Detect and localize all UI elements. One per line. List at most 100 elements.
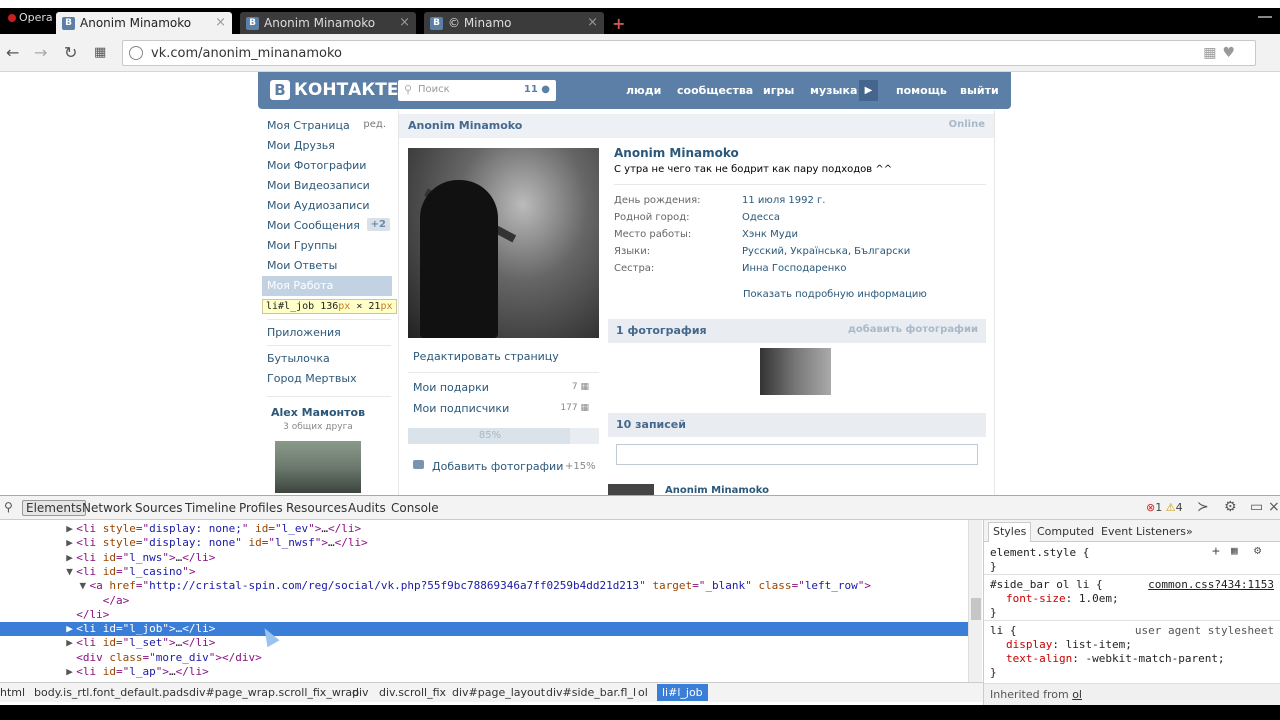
breadcrumb-item[interactable]: li#l_job bbox=[657, 684, 708, 701]
close-tab-icon[interactable]: × bbox=[587, 15, 598, 30]
url-field[interactable]: vk.com/anonim_minanamoko ▦♥ bbox=[122, 40, 1256, 66]
menu-games[interactable]: игры bbox=[763, 84, 794, 97]
dom-node-line[interactable]: </a> bbox=[0, 594, 968, 608]
info-value-sister[interactable]: Инна Господаренко bbox=[742, 263, 846, 274]
tab-network[interactable]: Network bbox=[82, 501, 132, 515]
vk-search-input[interactable]: ⚲ Поиск 11 ● bbox=[398, 80, 556, 101]
close-tab-icon[interactable]: × bbox=[399, 15, 410, 30]
sidebar-item-videos[interactable]: Мои Видеозаписи bbox=[262, 176, 392, 196]
dom-node-line[interactable]: ▼ <li id="l_casino"> bbox=[0, 565, 968, 579]
expand-triangle-icon[interactable]: ▶ bbox=[66, 536, 76, 549]
sidebar-item-photos[interactable]: Мои Фотографии bbox=[262, 156, 392, 176]
photos-count[interactable]: 1 фотография bbox=[616, 324, 707, 337]
more-tabs-icon[interactable]: » bbox=[1186, 525, 1193, 538]
breadcrumb-item[interactable]: div#side_bar.fl_l bbox=[546, 686, 636, 699]
dom-node-line[interactable]: ▶ <li style="display: none;" id="l_ev">…<… bbox=[0, 522, 968, 536]
info-value-hometown[interactable]: Одесса bbox=[742, 212, 780, 223]
dom-tree[interactable]: ▶ <li style="display: none;" id="l_ev">…<… bbox=[0, 520, 968, 682]
close-devtools-icon[interactable]: × bbox=[1268, 499, 1280, 515]
menu-communities[interactable]: сообщества bbox=[677, 84, 753, 97]
tab-computed[interactable]: Computed bbox=[1037, 525, 1094, 538]
rule1-declaration[interactable]: font-size: 1.0em; bbox=[1006, 592, 1119, 605]
add-rule-icon[interactable]: + bbox=[1212, 544, 1220, 559]
browser-tab-2[interactable]: В Anonim Minamoko × bbox=[240, 12, 416, 34]
browser-tab-3[interactable]: В © Minamo × bbox=[424, 12, 604, 34]
tab-console[interactable]: Console bbox=[391, 501, 439, 515]
sidebar-item-answers[interactable]: Мои Ответы bbox=[262, 256, 392, 276]
add-photos-link[interactable]: Добавить фотографии bbox=[432, 460, 563, 473]
menu-logout[interactable]: выйти bbox=[960, 84, 999, 97]
expand-triangle-icon[interactable]: ▶ bbox=[66, 665, 76, 678]
rule1-selector[interactable]: #side_bar ol li { bbox=[990, 578, 1103, 591]
add-photo-link[interactable]: добавить фотографии bbox=[848, 324, 978, 335]
breadcrumb-item[interactable]: div bbox=[352, 686, 369, 699]
dom-node-line[interactable]: ▶ <li id="l_ap">…</li> bbox=[0, 665, 968, 679]
show-more-info-link[interactable]: Показать подробную информацию bbox=[743, 289, 927, 300]
wall-post-input[interactable] bbox=[616, 444, 978, 465]
dom-node-line[interactable]: ▼ <a href="http://cristal-spin.com/reg/so… bbox=[0, 579, 968, 593]
forward-icon[interactable]: → bbox=[34, 43, 47, 62]
inspect-icon[interactable]: ⚲ bbox=[4, 500, 13, 514]
dock-icon[interactable]: ▭ bbox=[1250, 499, 1263, 515]
vk-logo[interactable]: В КОНТАКТЕ bbox=[270, 80, 398, 100]
sidebar-item-apps[interactable]: Приложения bbox=[262, 323, 392, 343]
tab-timeline[interactable]: Timeline bbox=[185, 501, 236, 515]
sidebar-item-groups[interactable]: Мои Группы bbox=[262, 236, 392, 256]
browser-tab-1[interactable]: В Anonim Minamoko × bbox=[56, 12, 232, 34]
tab-resources[interactable]: Resources bbox=[286, 501, 347, 515]
error-warning-count[interactable]: ⊗1 ⚠4 bbox=[1146, 501, 1183, 514]
menu-people[interactable]: люди bbox=[626, 84, 661, 97]
tab-audits[interactable]: Audits bbox=[348, 501, 386, 515]
speed-dial-icon[interactable]: ▦ bbox=[94, 45, 106, 60]
close-tab-icon[interactable]: × bbox=[215, 15, 226, 30]
sidebar-item-friends[interactable]: Мои Друзья bbox=[262, 136, 392, 156]
profile-avatar[interactable] bbox=[408, 148, 599, 338]
wall-count[interactable]: 10 записей bbox=[616, 418, 686, 431]
dom-node-line[interactable]: ▶ <li id="l_set">…</li> bbox=[0, 636, 968, 650]
console-drawer-icon[interactable]: ≻ bbox=[1197, 499, 1209, 515]
opera-menu-button[interactable]: Opera bbox=[0, 8, 54, 28]
breadcrumb-item[interactable]: div#page_layout bbox=[452, 686, 545, 699]
friend-name[interactable]: Alex Мамонтов bbox=[262, 406, 374, 419]
profile-status[interactable]: С утра не чего так не бодрит как пару по… bbox=[614, 164, 892, 175]
info-value-work[interactable]: Хэнк Муди bbox=[742, 229, 798, 240]
element-style-rule[interactable]: element.style { bbox=[990, 546, 1089, 559]
scrollbar-thumb[interactable] bbox=[971, 598, 981, 620]
expand-triangle-icon[interactable]: ▶ bbox=[66, 522, 76, 535]
expand-triangle-icon[interactable]: ▶ bbox=[66, 636, 76, 649]
new-tab-icon[interactable]: + bbox=[612, 14, 625, 33]
expand-triangle-icon[interactable]: ▶ bbox=[66, 622, 76, 635]
tab-sources[interactable]: Sources bbox=[135, 501, 182, 515]
bookmark-heart-icon[interactable]: ▦♥ bbox=[1203, 45, 1241, 61]
settings-gear-icon[interactable]: ⚙ bbox=[1224, 499, 1237, 515]
tab-elements[interactable]: Elements bbox=[22, 500, 86, 516]
color-format-gear-icon[interactable]: ⚙ bbox=[1254, 543, 1261, 557]
tab-profiles[interactable]: Profiles bbox=[239, 501, 283, 515]
collapse-triangle-icon[interactable]: ▼ bbox=[66, 565, 76, 578]
edit-page-link[interactable]: Редактировать страницу bbox=[413, 350, 559, 363]
breadcrumb-item[interactable]: body.is_rtl.font_default.pads bbox=[34, 686, 189, 699]
dom-node-line[interactable]: ▶ <li id="l_job">…</li> bbox=[0, 622, 968, 637]
dom-tree-scrollbar[interactable] bbox=[968, 520, 982, 682]
reload-icon[interactable]: ↻ bbox=[64, 43, 77, 62]
collapse-triangle-icon[interactable]: ▼ bbox=[79, 579, 89, 592]
info-value-languages[interactable]: Русский, Українська, Български bbox=[742, 246, 910, 257]
inherited-element-link[interactable]: ol bbox=[1072, 688, 1082, 701]
dom-node-line[interactable]: </li> bbox=[0, 608, 968, 622]
sidebar-item-bottle[interactable]: Бутылочка bbox=[262, 349, 392, 369]
tab-event-listeners[interactable]: Event Listeners bbox=[1101, 525, 1186, 538]
photo-thumbnail[interactable] bbox=[760, 348, 831, 395]
info-value-birthday[interactable]: 11 июля 1992 г. bbox=[742, 195, 825, 206]
breadcrumb-item[interactable]: div#page_wrap.scroll_fix_wrap bbox=[189, 686, 359, 699]
sidebar-item-dead-city[interactable]: Город Мертвых bbox=[262, 369, 392, 389]
breadcrumb-item[interactable]: div.scroll_fix bbox=[379, 686, 446, 699]
menu-music[interactable]: музыка bbox=[810, 84, 857, 97]
dom-node-line[interactable]: <div class="more_div"></div> bbox=[0, 651, 968, 665]
sidebar-item-audios[interactable]: Мои Аудиозаписи bbox=[262, 196, 392, 216]
breadcrumb-item[interactable]: ol bbox=[638, 686, 648, 699]
dom-node-line[interactable]: ▶ <li style="display: none" id="l_nwsf">…… bbox=[0, 536, 968, 550]
back-icon[interactable]: ← bbox=[6, 43, 19, 62]
tab-styles[interactable]: Styles bbox=[988, 522, 1032, 542]
breadcrumb-item[interactable]: html bbox=[0, 686, 25, 699]
play-icon[interactable]: ▶ bbox=[859, 80, 878, 101]
